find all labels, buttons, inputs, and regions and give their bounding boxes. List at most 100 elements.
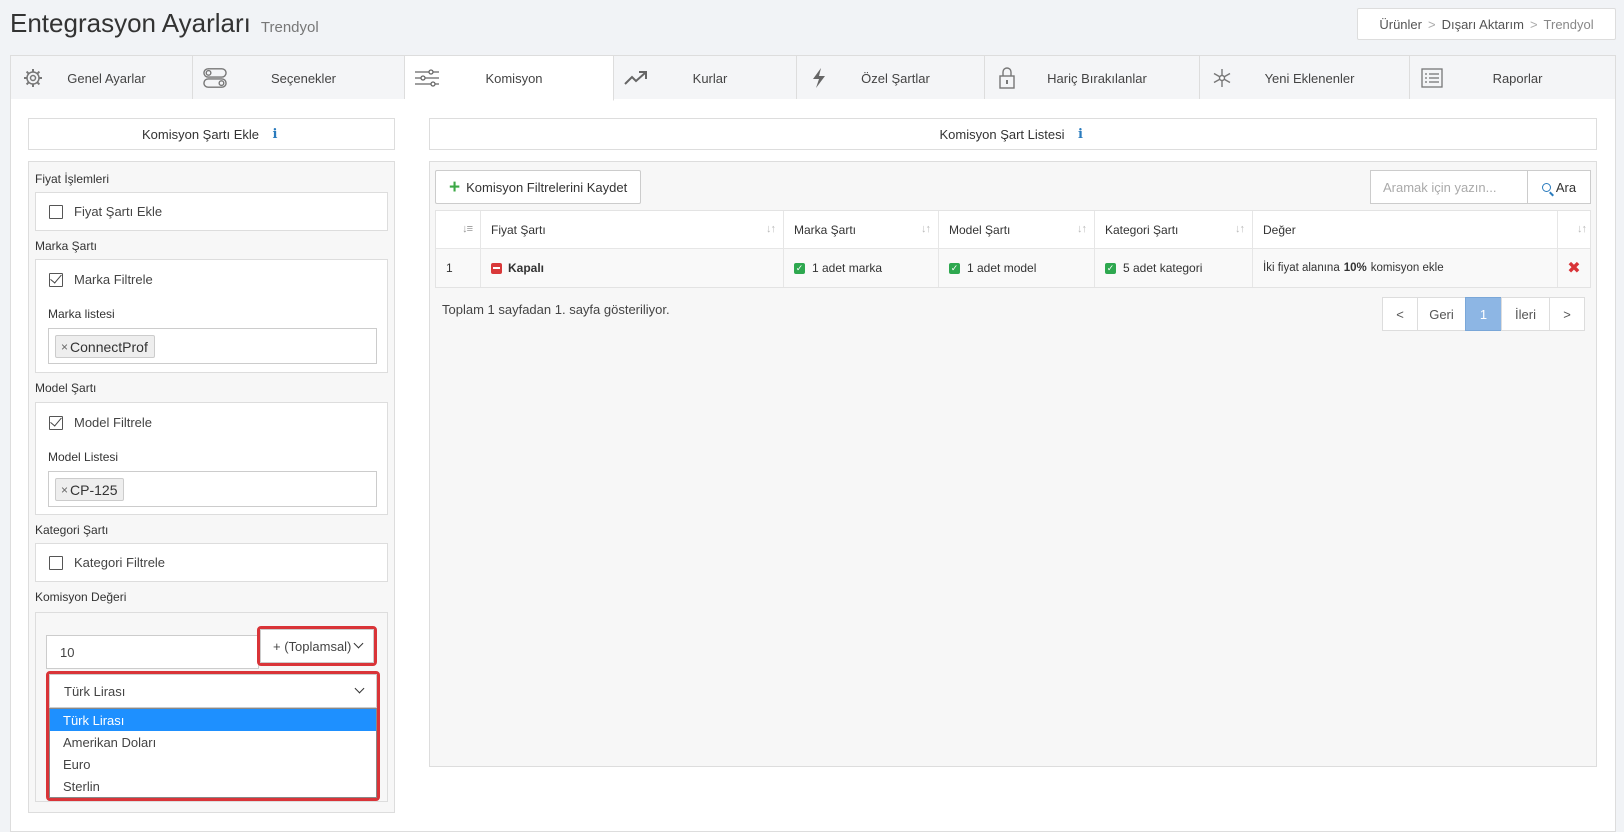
fiyat-section-label: Fiyat İşlemleri [35, 172, 110, 186]
marka-filtrele-checkbox[interactable] [49, 272, 63, 287]
model-listesi-label: Model Listesi [48, 450, 119, 464]
marka-tag: × ConnectProf [55, 335, 155, 358]
status-closed-icon [491, 262, 502, 274]
sort-icon: ↓↑ [766, 223, 776, 235]
pagination-last-button[interactable]: > [1549, 297, 1585, 331]
fiyat-sarti-checkbox-row[interactable]: Fiyat Şartı Ekle [49, 204, 162, 219]
cell-model-text: 1 adet model [967, 261, 1037, 275]
pagination-page-1[interactable]: 1 [1465, 297, 1502, 331]
commission-list-panel: + Komisyon Filtrelerini Kaydet Aramak iç… [429, 161, 1597, 767]
pagination-summary: Toplam 1 sayfadan 1. sayfa gösteriliyor. [442, 302, 670, 317]
column-header-fiyat[interactable]: Fiyat Şartı ↓↑ [481, 211, 784, 248]
right-panel-title: Komisyon Şart Listesi [939, 126, 1065, 142]
kategori-filtrele-checkbox-row[interactable]: Kategori Filtrele [49, 555, 165, 570]
tab-yeni-eklenenler[interactable]: Yeni Eklenenler [1200, 55, 1410, 100]
tab-bar: Genel Ayarlar Seçenekler Komisyon Kurlar… [10, 55, 1616, 101]
column-header-label: Marka Şartı [794, 222, 857, 237]
delete-icon[interactable]: ✖ [1567, 258, 1580, 278]
fiyat-sarti-label: Fiyat Şartı Ekle [74, 204, 163, 219]
breadcrumb-item-current: Trendyol [1543, 16, 1594, 32]
list-icon [1420, 67, 1444, 89]
search-button[interactable]: Ara [1527, 170, 1591, 204]
cell-actions: ✖ [1558, 249, 1590, 287]
gear-icon [21, 67, 45, 89]
column-header-deger[interactable]: Değer [1253, 211, 1558, 248]
info-icon[interactable]: i [1075, 127, 1087, 142]
search-input[interactable]: Aramak için yazın... [1370, 170, 1528, 204]
kategori-filtrele-checkbox[interactable] [49, 555, 63, 570]
chevron-down-icon [354, 683, 365, 694]
column-header-index[interactable]: ↓≡ [436, 211, 481, 248]
right-panel-heading: Komisyon Şart Listesi i [429, 118, 1597, 150]
currency-option-amerikan-dolari[interactable]: Amerikan Doları [50, 731, 376, 753]
pagination-prev-button[interactable]: Geri [1417, 297, 1466, 331]
sort-icon: ↓↑ [1577, 223, 1587, 235]
cell-fiyat-text: Kapalı [508, 261, 545, 275]
komisyon-value-input[interactable]: 10 [46, 635, 259, 669]
commission-table: ↓≡ Fiyat Şartı ↓↑ Marka Şartı ↓↑ Model Ş… [435, 210, 1591, 288]
tab-genel-ayarlar[interactable]: Genel Ayarlar [10, 55, 193, 100]
model-filtrele-label: Model Filtrele [74, 415, 153, 430]
column-header-model[interactable]: Model Şartı ↓↑ [939, 211, 1095, 248]
save-filters-button[interactable]: + Komisyon Filtrelerini Kaydet [435, 170, 642, 204]
tab-haric-birakilanlar[interactable]: Hariç Bırakılanlar [985, 55, 1200, 100]
lock-icon [995, 67, 1019, 89]
column-header-label: Fiyat Şartı [491, 222, 546, 237]
cell-index: 1 [436, 249, 481, 287]
search-icon [1541, 182, 1551, 192]
column-header-marka[interactable]: Marka Şartı ↓↑ [784, 211, 939, 248]
marka-filtrele-label: Marka Filtrele [74, 272, 153, 287]
tag-remove-icon[interactable]: × [61, 483, 68, 497]
currency-option-turk-lirasi[interactable]: Türk Lirası [50, 709, 376, 731]
page-title-text: Entegrasyon Ayarları [10, 8, 251, 38]
column-header-kategori[interactable]: Kategori Şartı ↓↑ [1095, 211, 1253, 248]
model-tag-label: CP-125 [70, 481, 118, 498]
pagination-next-button[interactable]: İleri [1501, 297, 1550, 331]
currency-option-sterlin[interactable]: Sterlin [50, 775, 376, 797]
currency-option-euro[interactable]: Euro [50, 753, 376, 775]
check-icon: ✓ [1105, 262, 1116, 274]
chevron-down-icon [353, 638, 364, 649]
breadcrumb-item-urunler[interactable]: Ürünler [1379, 17, 1422, 32]
tag-remove-icon[interactable]: × [61, 340, 68, 354]
column-header-actions[interactable]: ↓↑ [1558, 211, 1590, 248]
komisyon-degeri-label: Komisyon Değeri [35, 590, 127, 604]
column-header-label: Değer [1263, 222, 1296, 237]
tab-raporlar[interactable]: Raporlar [1410, 55, 1616, 100]
model-filtrele-checkbox-row[interactable]: Model Filtrele [49, 415, 152, 430]
tab-ozel-sartlar[interactable]: Özel Şartlar [797, 55, 985, 100]
pagination: < Geri 1 İleri > [1382, 297, 1585, 331]
marka-listesi-input[interactable]: × ConnectProf [48, 328, 377, 364]
breadcrumb-item-disari-aktarim[interactable]: Dışarı Aktarım [1442, 17, 1524, 32]
cell-marka: ✓ 1 adet marka [784, 249, 939, 287]
cell-model: ✓ 1 adet model [939, 249, 1095, 287]
cell-deger-value: 10% [1343, 262, 1367, 274]
model-section: Model Filtrele Model Listesi × CP-125 [35, 402, 388, 515]
breadcrumb-separator: > [1529, 16, 1538, 32]
cell-deger-prefix: İki fiyat alanına [1263, 262, 1340, 274]
model-listesi-input[interactable]: × CP-125 [48, 471, 377, 507]
model-filtrele-checkbox[interactable] [49, 415, 63, 430]
save-filters-label: Komisyon Filtrelerini Kaydet [466, 179, 628, 195]
pagination-first-button[interactable]: < [1382, 297, 1418, 331]
marka-section-label: Marka Şartı [35, 239, 98, 253]
page-title: Entegrasyon Ayarları Trendyol [10, 8, 319, 39]
cell-kategori: ✓ 5 adet kategori [1095, 249, 1253, 287]
currency-select[interactable]: Türk Lirası [49, 674, 377, 708]
breadcrumb: Ürünler > Dışarı Aktarım > Trendyol [1357, 8, 1616, 40]
sort-asc-icon: ↓≡ [462, 223, 473, 235]
column-header-label: Model Şartı [949, 222, 1011, 237]
marka-listesi-label: Marka listesi [48, 307, 115, 321]
page-subtitle: Trendyol [260, 19, 319, 36]
marka-tag-label: ConnectProf [70, 338, 148, 355]
tab-komisyon[interactable]: Komisyon [405, 55, 614, 101]
marka-section: Marka Filtrele Marka listesi × ConnectPr… [35, 259, 388, 373]
fiyat-section: Fiyat Şartı Ekle [35, 192, 388, 231]
operation-select-value: + (Toplamsal) [273, 638, 352, 654]
info-icon[interactable]: i [269, 127, 281, 142]
tab-secenekler[interactable]: Seçenekler [193, 55, 405, 100]
fiyat-sarti-checkbox[interactable] [49, 204, 63, 219]
operation-select[interactable]: + (Toplamsal) [260, 629, 374, 663]
marka-filtrele-checkbox-row[interactable]: Marka Filtrele [49, 272, 153, 287]
tab-kurlar[interactable]: Kurlar [614, 55, 797, 100]
